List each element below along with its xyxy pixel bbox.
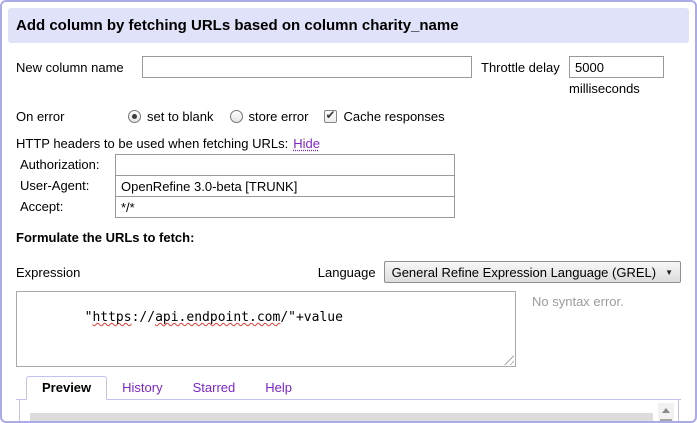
- on-error-label: On error: [16, 109, 128, 124]
- tab-history[interactable]: History: [107, 377, 177, 399]
- throttle-delay-input[interactable]: [569, 56, 664, 78]
- scroll-up-arrow-icon: [662, 408, 670, 413]
- checkbox-icon[interactable]: [324, 110, 337, 123]
- tab-preview[interactable]: Preview: [26, 376, 107, 400]
- throttle-delay-label: Throttle delay: [481, 56, 565, 75]
- scroll-up-button[interactable]: [658, 403, 674, 417]
- expression-language-row: Expression Language General Refine Expre…: [16, 261, 681, 283]
- new-column-name-label: New column name: [16, 56, 142, 75]
- tab-starred[interactable]: Starred: [178, 377, 251, 399]
- preview-table: row value "https://api.endpoint.com/"+va…: [30, 403, 653, 423]
- scrollbar-thumb[interactable]: [660, 419, 672, 423]
- language-select[interactable]: General Refine Expression Language (GREL…: [384, 261, 681, 283]
- tab-help[interactable]: Help: [250, 377, 307, 399]
- preview-scrollbar[interactable]: [658, 403, 674, 423]
- language-select-value: General Refine Expression Language (GREL…: [392, 265, 656, 280]
- throttle-delay-group: milliseconds: [569, 56, 664, 96]
- accept-label: Accept:: [16, 199, 115, 214]
- on-error-row: On error set to blank store error Cache …: [16, 109, 681, 124]
- dialog-title: Add column by fetching URLs based on col…: [8, 8, 689, 43]
- expression-input[interactable]: "https://api.endpoint.com/"+value: [16, 291, 516, 367]
- user-agent-label: User-Agent:: [16, 178, 115, 193]
- add-column-fetch-urls-dialog: Add column by fetching URLs based on col…: [0, 0, 697, 423]
- radio-icon[interactable]: [128, 110, 141, 123]
- language-label: Language: [318, 265, 376, 280]
- chevron-down-icon: ▼: [665, 268, 673, 277]
- radio-icon[interactable]: [230, 110, 243, 123]
- authorization-label: Authorization:: [16, 157, 115, 172]
- on-error-set-to-blank-label: set to blank: [147, 109, 214, 124]
- authorization-row: Authorization:: [16, 154, 681, 175]
- resize-handle-icon[interactable]: [504, 355, 514, 365]
- expression-label: Expression: [16, 265, 80, 280]
- throttle-delay-unit: milliseconds: [569, 81, 664, 96]
- dialog-body: New column name Throttle delay milliseco…: [8, 56, 689, 423]
- on-error-set-to-blank-option[interactable]: set to blank: [128, 109, 214, 124]
- language-group: Language General Refine Expression Langu…: [318, 261, 681, 283]
- new-column-name-input[interactable]: [142, 56, 472, 78]
- syntax-status: No syntax error.: [532, 291, 624, 309]
- http-headers-label: HTTP headers to be used when fetching UR…: [16, 136, 288, 151]
- cache-responses-option[interactable]: Cache responses: [324, 109, 444, 124]
- preview-panel: row value "https://api.endpoint.com/"+va…: [19, 400, 679, 423]
- new-column-name-row: New column name Throttle delay milliseco…: [16, 56, 681, 96]
- hide-headers-link[interactable]: Hide: [293, 136, 320, 151]
- authorization-input[interactable]: [115, 154, 455, 176]
- on-error-store-error-label: store error: [249, 109, 309, 124]
- http-headers-grid: Authorization: User-Agent: Accept:: [16, 154, 681, 217]
- preview-table-header: row value "https://api.endpoint.com/"+va…: [30, 413, 653, 423]
- accept-row: Accept:: [16, 196, 681, 217]
- http-headers-row: HTTP headers to be used when fetching UR…: [16, 136, 681, 151]
- cache-responses-label: Cache responses: [343, 109, 444, 124]
- expression-editor-row: "https://api.endpoint.com/"+value No syn…: [16, 291, 681, 367]
- formulate-urls-label: Formulate the URLs to fetch:: [16, 230, 681, 245]
- tab-bar: Preview History Starred Help: [16, 376, 681, 400]
- user-agent-row: User-Agent:: [16, 175, 681, 196]
- on-error-store-error-option[interactable]: store error: [230, 109, 309, 124]
- accept-input[interactable]: [115, 196, 455, 218]
- user-agent-input[interactable]: [115, 175, 455, 197]
- expression-text: "https://api.endpoint.com/"+value: [85, 310, 343, 325]
